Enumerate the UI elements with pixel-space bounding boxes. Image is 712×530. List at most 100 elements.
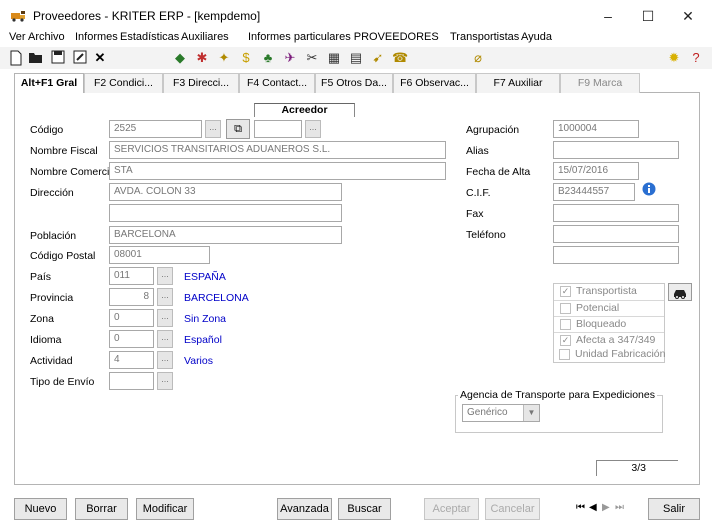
tab-contactos[interactable]: F4 Contact... [239,73,315,93]
menu-informes[interactable]: Informes [75,31,118,43]
nombre-fiscal-field[interactable]: SERVICIOS TRANSITARIOS ADUANEROS S.L. [109,141,446,159]
acreedor-lookup-button[interactable]: ... [305,120,321,138]
transportista-checkbox[interactable]: ✓ Transportista [554,284,664,300]
bloqueado-check-box[interactable] [560,319,571,330]
provincia-label: Provincia [30,292,74,304]
tab-auxiliar[interactable]: F7 Auxiliar [476,73,560,93]
acreedor-field[interactable] [254,120,302,138]
menu-ayuda[interactable]: Ayuda [521,31,552,43]
help-icon[interactable]: ? [688,50,704,66]
actividad-lookup-button[interactable]: ... [157,351,173,369]
pais-code-field[interactable]: 011 [109,267,154,285]
tool-icon-1[interactable]: ◆ [172,50,188,66]
copy-icon[interactable]: ⧉ [226,119,250,139]
poblacion-field[interactable]: BARCELONA [109,226,342,244]
telefono-field[interactable] [553,225,679,243]
bloqueado-checkbox[interactable]: Bloqueado [554,316,664,332]
borrar-button[interactable]: Borrar [75,498,128,520]
menu-transportistas[interactable]: Transportistas [450,31,519,43]
pais-lookup-button[interactable]: ... [157,267,173,285]
codigo-lookup-button[interactable]: ... [205,120,221,138]
minimize-button[interactable]: – [588,4,628,28]
next-record-icon[interactable]: ▶ [602,501,612,515]
alias-field[interactable] [553,141,679,159]
avanzada-button[interactable]: Avanzada [277,498,332,520]
transportista-label: Transportista [576,285,637,297]
maximize-button[interactable]: ☐ [628,4,668,28]
tool-icon-7[interactable]: ✂ [304,50,320,66]
afecta-347-check-box[interactable]: ✓ [560,335,571,346]
menu-ver[interactable]: Ver [9,31,26,43]
first-record-icon[interactable]: ⏮ [576,501,586,515]
direccion-field[interactable]: AVDA. COLON 33 [109,183,342,201]
potencial-checkbox[interactable]: Potencial [554,300,664,316]
menu-informes-particulares[interactable]: Informes particulares PROVEEDORES [248,31,439,43]
tool-icon-9[interactable]: ☎ [392,50,408,66]
alias-label: Alias [466,145,489,157]
document-icon[interactable]: ▤ [348,50,364,66]
cif-field[interactable]: B23444557 [553,183,635,201]
tipo-envio-field[interactable] [109,372,154,390]
lightbulb-icon[interactable]: ✹ [666,50,682,66]
paperclip-icon[interactable]: ⌀ [470,50,486,66]
tool-icon-5[interactable]: ♣ [260,50,276,66]
tab-observaciones[interactable]: F6 Observac... [393,73,476,93]
previous-record-icon[interactable]: ◀ [589,501,599,515]
tab-condiciones[interactable]: F2 Condici... [84,73,163,93]
codigo-field[interactable]: 2525 [109,120,202,138]
bloqueado-label: Bloqueado [576,318,627,330]
info-icon[interactable] [642,182,656,196]
potencial-check-box[interactable] [560,303,571,314]
provincia-code-field[interactable]: 8 [109,288,154,306]
tab-direcciones[interactable]: F3 Direcci... [163,73,239,93]
afecta-347-checkbox[interactable]: ✓ Afecta a 347/349 [554,332,664,348]
zona-lookup-button[interactable]: ... [157,309,173,327]
cancelar-button[interactable]: Cancelar [485,498,540,520]
grid-icon[interactable]: ▦ [326,50,342,66]
menu-auxiliares[interactable]: Auxiliares [181,31,229,43]
tab-otros-datos[interactable]: F5 Otros Da... [315,73,393,93]
transportista-check-box[interactable]: ✓ [560,286,571,297]
tool-icon-8[interactable]: ➹ [370,50,386,66]
tipo-envio-lookup-button[interactable]: ... [157,372,173,390]
unidad-fabricacion-checkbox[interactable]: Unidad Fabricación [553,347,683,363]
tab-marca[interactable]: F9 Marca [560,73,640,93]
provincia-name: BARCELONA [184,292,249,304]
telefono2-field[interactable] [553,246,679,264]
car-icon[interactable] [668,283,692,301]
chevron-down-icon[interactable]: ▼ [523,405,539,421]
tool-icon-3[interactable]: ✦ [216,50,232,66]
save-icon[interactable] [50,50,66,66]
zona-label: Zona [30,313,54,325]
direccion2-field[interactable] [109,204,342,222]
idioma-lookup-button[interactable]: ... [157,330,173,348]
nombre-comercial-field[interactable]: STA [109,162,446,180]
fax-field[interactable] [553,204,679,222]
buscar-button[interactable]: Buscar [338,498,391,520]
idioma-code-field[interactable]: 0 [109,330,154,348]
codigo-postal-field[interactable]: 08001 [109,246,210,264]
menu-estadisticas[interactable]: Estadísticas [120,31,179,43]
close-button[interactable]: ✕ [668,4,708,28]
modificar-button[interactable]: Modificar [136,498,194,520]
tool-icon-6[interactable]: ✈ [282,50,298,66]
zona-code-field[interactable]: 0 [109,309,154,327]
new-document-icon[interactable] [8,50,24,66]
agrupacion-field[interactable]: 1000004 [553,120,639,138]
actividad-code-field[interactable]: 4 [109,351,154,369]
nuevo-button[interactable]: Nuevo [14,498,67,520]
aceptar-button[interactable]: Aceptar [424,498,479,520]
fecha-alta-field[interactable]: 15/07/2016 [553,162,639,180]
tool-icon-2[interactable]: ✱ [194,50,210,66]
unidad-fabricacion-check-box[interactable] [559,349,570,360]
provincia-lookup-button[interactable]: ... [157,288,173,306]
menu-archivo[interactable]: Archivo [28,31,65,43]
tab-general[interactable]: Alt+F1 Gral [14,73,84,94]
edit-icon[interactable] [72,50,88,66]
last-record-icon[interactable]: ⏭ [615,501,625,515]
delete-icon[interactable]: ✕ [92,50,108,66]
open-folder-icon[interactable] [28,50,44,66]
salir-button[interactable]: Salir [648,498,700,520]
direccion-label: Dirección [30,187,74,199]
tool-icon-4[interactable]: $ [238,50,254,66]
